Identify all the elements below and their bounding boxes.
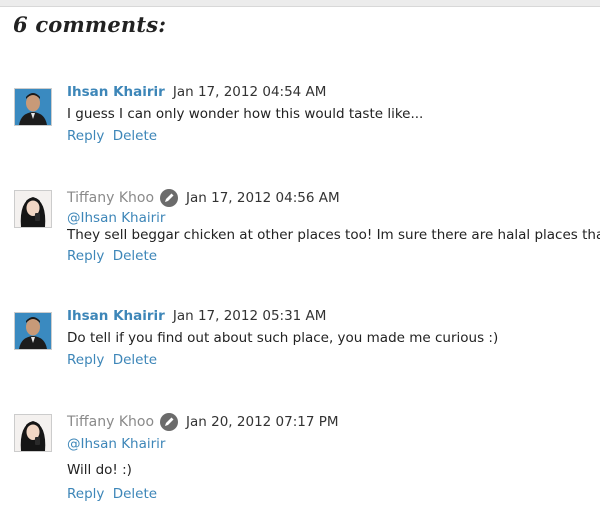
comment-actions: Reply Delete [67,486,161,502]
comment-timestamp[interactable]: Jan 17, 2012 05:31 AM [173,308,327,324]
comment-meta: Ihsan Khairir Jan 17, 2012 05:31 AM [67,306,326,326]
comment-item: Tiffany Khoo Jan 17, 2012 04:56 AM @Ihsa… [0,188,600,278]
avatar[interactable] [14,312,52,350]
comment-item: Ihsan Khairir Jan 17, 2012 05:31 AM Do t… [0,306,600,396]
comment-timestamp[interactable]: Jan 17, 2012 04:54 AM [173,84,327,100]
comment-actions: Reply Delete [67,352,161,368]
comment-text: They sell beggar chicken at other places… [67,227,600,243]
comments-heading: 6 comments: [13,12,167,37]
avatar[interactable] [14,414,52,452]
comment-item: Tiffany Khoo Jan 20, 2012 07:17 PM @Ihsa… [0,412,600,502]
reply-link[interactable]: Reply [67,486,104,502]
profile-photo-icon [15,89,51,125]
author-link[interactable]: Tiffany Khoo [67,190,154,206]
comment-actions: Reply Delete [67,248,161,264]
comment-timestamp[interactable]: Jan 17, 2012 04:56 AM [186,190,340,206]
comment-item: Ihsan Khairir Jan 17, 2012 04:54 AM I gu… [0,82,600,172]
delete-link[interactable]: Delete [113,352,157,368]
top-border [0,0,600,7]
author-link[interactable]: Tiffany Khoo [67,414,154,430]
author-link[interactable]: Ihsan Khairir [67,308,165,324]
profile-photo-icon [15,415,51,451]
comment-timestamp[interactable]: Jan 20, 2012 07:17 PM [186,414,339,430]
comment-text: Will do! :) [67,462,132,478]
avatar[interactable] [14,88,52,126]
comment-text: I guess I can only wonder how this would… [67,106,424,122]
blog-author-icon [160,413,179,431]
reply-link[interactable]: Reply [67,352,104,368]
comment-meta: Ihsan Khairir Jan 17, 2012 04:54 AM [67,82,326,102]
blog-author-icon [160,189,179,207]
comment-text: Do tell if you find out about such place… [67,330,499,346]
mention-link[interactable]: @Ihsan Khairir [67,436,165,452]
comment-actions: Reply Delete [67,128,161,144]
comment-meta: Tiffany Khoo Jan 20, 2012 07:17 PM [67,412,339,432]
delete-link[interactable]: Delete [113,486,157,502]
reply-link[interactable]: Reply [67,248,104,264]
delete-link[interactable]: Delete [113,248,157,264]
comment-meta: Tiffany Khoo Jan 17, 2012 04:56 AM [67,188,340,208]
delete-link[interactable]: Delete [113,128,157,144]
author-link[interactable]: Ihsan Khairir [67,84,165,100]
profile-photo-icon [15,313,51,349]
profile-photo-icon [15,191,51,227]
reply-link[interactable]: Reply [67,128,104,144]
avatar[interactable] [14,190,52,228]
